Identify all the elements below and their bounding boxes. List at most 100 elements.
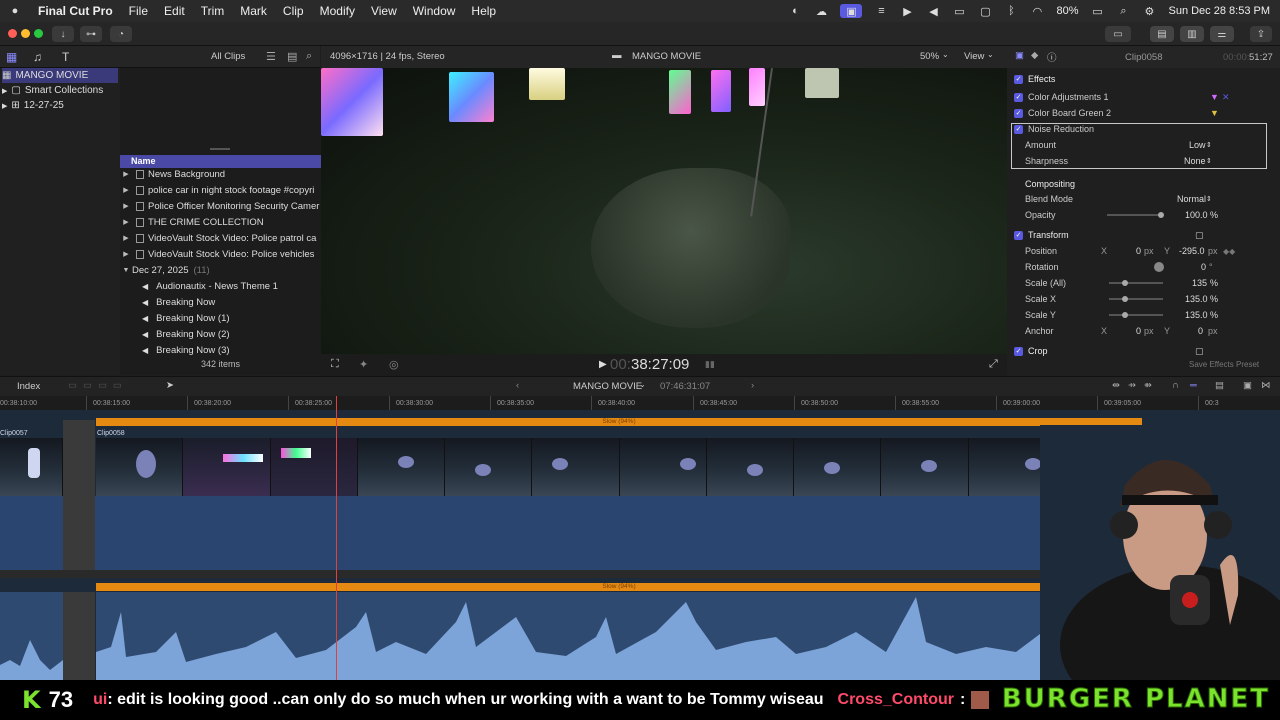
play-button[interactable]: ▶ [599, 359, 607, 370]
list-item[interactable]: ◀ Breaking Now (3) [120, 342, 321, 358]
headphones-icon[interactable]: ∩ [1172, 380, 1179, 391]
rotation-dial-icon[interactable] [1154, 262, 1164, 272]
scale-y-slider[interactable] [1109, 314, 1163, 316]
color-mask-icon[interactable]: ✕ [1222, 92, 1230, 103]
menu-mark[interactable]: Mark [240, 4, 267, 18]
close-window-button[interactable] [8, 29, 17, 38]
list-item[interactable]: ▶ VideoVault Stock Video: Police vehicles [120, 246, 321, 262]
view-dropdown[interactable]: View [964, 51, 984, 62]
menu-clip[interactable]: Clip [283, 4, 304, 18]
rotation-value[interactable]: 0 [1201, 262, 1206, 272]
menu-help[interactable]: Help [471, 4, 496, 18]
share-button[interactable]: ⇪ [1250, 26, 1272, 42]
library-item-mango-movie[interactable]: ▦ MANGO MOVIE [2, 68, 118, 83]
resize-handle[interactable] [210, 148, 230, 150]
audio-retime-bar[interactable]: Slow (94%) [96, 583, 1142, 591]
snapping-icon[interactable]: ═ [1190, 380, 1197, 391]
transform-section[interactable]: ✓ Transform ▢ [1007, 227, 1280, 243]
color-inspector-icon[interactable]: ◆ [1031, 50, 1038, 61]
timeline-ruler[interactable]: 00:38:10:00 00:38:15:00 00:38:20:00 00:3… [0, 396, 1280, 410]
menu-view[interactable]: View [371, 4, 397, 18]
monitor-icon[interactable]: ▭ [952, 4, 966, 18]
timecode[interactable]: 38:27:09 [631, 356, 689, 373]
list-item[interactable]: ◀ Audionautix - News Theme 1 [120, 278, 321, 294]
video-inspector-icon[interactable]: ▣ [1015, 50, 1024, 61]
app-menu[interactable]: Final Cut Pro [38, 4, 113, 18]
minimize-window-button[interactable] [21, 29, 30, 38]
inspector-toggle-button[interactable]: ⚌ [1210, 26, 1234, 42]
opacity-value[interactable]: 100.0 [1185, 210, 1208, 220]
menu-trim[interactable]: Trim [201, 4, 225, 18]
transform-onscreen-icon[interactable]: ▢ [1195, 230, 1204, 241]
effect-row[interactable]: ✓ Color Adjustments 1 ▼ ✕ [1007, 89, 1280, 105]
speed-icon[interactable]: ◎ [389, 358, 399, 371]
cloud-icon[interactable]: ☁ [814, 4, 828, 18]
gap-clip[interactable] [63, 496, 95, 571]
scale-all-knob[interactable] [1122, 280, 1128, 286]
timeline-project-title[interactable]: MANGO MOVIE [573, 381, 642, 392]
save-effects-preset-button[interactable]: Save Effects Preset [1189, 360, 1259, 369]
position-x-value[interactable]: 0 [1136, 246, 1141, 256]
screen-record-icon[interactable]: ▣ [840, 4, 863, 18]
anchor-x-value[interactable]: 0 [1136, 326, 1141, 336]
effect-checkbox[interactable]: ✓ [1014, 92, 1023, 102]
index-button[interactable]: Index [17, 381, 40, 392]
background-tasks-button[interactable]: ◔ [110, 26, 132, 42]
edit-buttons-icon[interactable]: ▭▭▭▭ [68, 380, 128, 391]
video-viewer[interactable] [321, 68, 1007, 354]
video-clip-0057[interactable] [0, 438, 63, 496]
enhance-icon[interactable]: ✦ [359, 358, 368, 371]
crop-section[interactable]: ✓ Crop ▢ [1007, 343, 1280, 359]
menu-file[interactable]: File [129, 4, 148, 18]
effects-browser-icon[interactable]: ▣ [1243, 380, 1252, 391]
battery-icon[interactable]: ▭ [1090, 4, 1104, 18]
import-button[interactable]: ↓ [52, 26, 74, 42]
list-item[interactable]: ◀ Breaking Now (2) [120, 326, 321, 342]
audio-clip-0058[interactable] [96, 592, 1142, 680]
bluetooth-icon[interactable]: ᛒ [1004, 4, 1018, 18]
browser-search-icon[interactable]: ⌕ [306, 50, 312, 63]
list-item[interactable]: ◀ Breaking Now [120, 294, 321, 310]
keyword-button[interactable]: ⊶ [80, 26, 102, 42]
transitions-icon[interactable]: ⋈ [1261, 380, 1271, 391]
photos-icon[interactable]: ♫ [33, 50, 42, 64]
color-wheel-icon[interactable]: ▼ [1210, 92, 1219, 102]
transform-tool-icon[interactable]: ⛶ [331, 358, 339, 371]
keyframe-icon[interactable]: ◆◆ [1223, 247, 1235, 256]
scale-all-slider[interactable] [1109, 282, 1163, 284]
scale-y-knob[interactable] [1122, 312, 1128, 318]
clip-filter-dropdown[interactable]: All Clips [211, 51, 245, 62]
volume-icon[interactable]: ◀ [926, 4, 940, 18]
select-tool-icon[interactable]: ➤ [166, 380, 174, 391]
crop-onscreen-icon[interactable]: ▢ [1195, 346, 1204, 357]
retime-bar[interactable]: Slow (94%) [96, 418, 1142, 426]
libraries-icon[interactable]: ▦ [6, 50, 17, 64]
control-center-icon[interactable]: ⚙ [1142, 4, 1156, 18]
forward-arrow-icon[interactable]: › [751, 380, 754, 391]
scale-y-value[interactable]: 135.0 [1185, 310, 1208, 320]
scale-x-knob[interactable] [1122, 296, 1128, 302]
wifi-icon[interactable]: ◠ [1030, 4, 1044, 18]
video-clip-0058[interactable] [96, 438, 1056, 496]
effects-checkbox[interactable]: ✓ [1014, 74, 1023, 84]
crop-checkbox[interactable]: ✓ [1014, 346, 1023, 356]
status-icon[interactable]: ◐ [788, 4, 802, 18]
layout-button[interactable]: ▭ [1105, 26, 1131, 42]
list-item[interactable]: ▶ THE CRIME COLLECTION [120, 214, 321, 230]
filmstrip-view-icon[interactable]: ▤ [287, 50, 297, 63]
zoom-tools-icon[interactable]: ⇹⇸⇻ [1112, 380, 1160, 391]
apple-icon[interactable]: ● [8, 4, 22, 18]
play-icon[interactable]: ▶ [900, 4, 914, 18]
opacity-knob[interactable] [1158, 212, 1164, 218]
list-item[interactable]: ▶ Police Officer Monitoring Security Came… [120, 198, 321, 214]
info-icon[interactable]: ⓘ [1047, 50, 1057, 64]
menu-window[interactable]: Window [413, 4, 456, 18]
library-item-event[interactable]: ▶ ⊞ 12-27-25 [2, 98, 64, 113]
transform-checkbox[interactable]: ✓ [1014, 230, 1023, 240]
search-icon[interactable]: ⌕ [1116, 4, 1130, 18]
library-toggle-button[interactable]: ▤ [1150, 26, 1174, 42]
menu-edit[interactable]: Edit [164, 4, 185, 18]
effect-checkbox[interactable]: ✓ [1014, 108, 1023, 118]
date-group-row[interactable]: ▼ Dec 27, 2025 (11) [120, 262, 321, 278]
timeline-toggle-button[interactable]: ▥ [1180, 26, 1204, 42]
